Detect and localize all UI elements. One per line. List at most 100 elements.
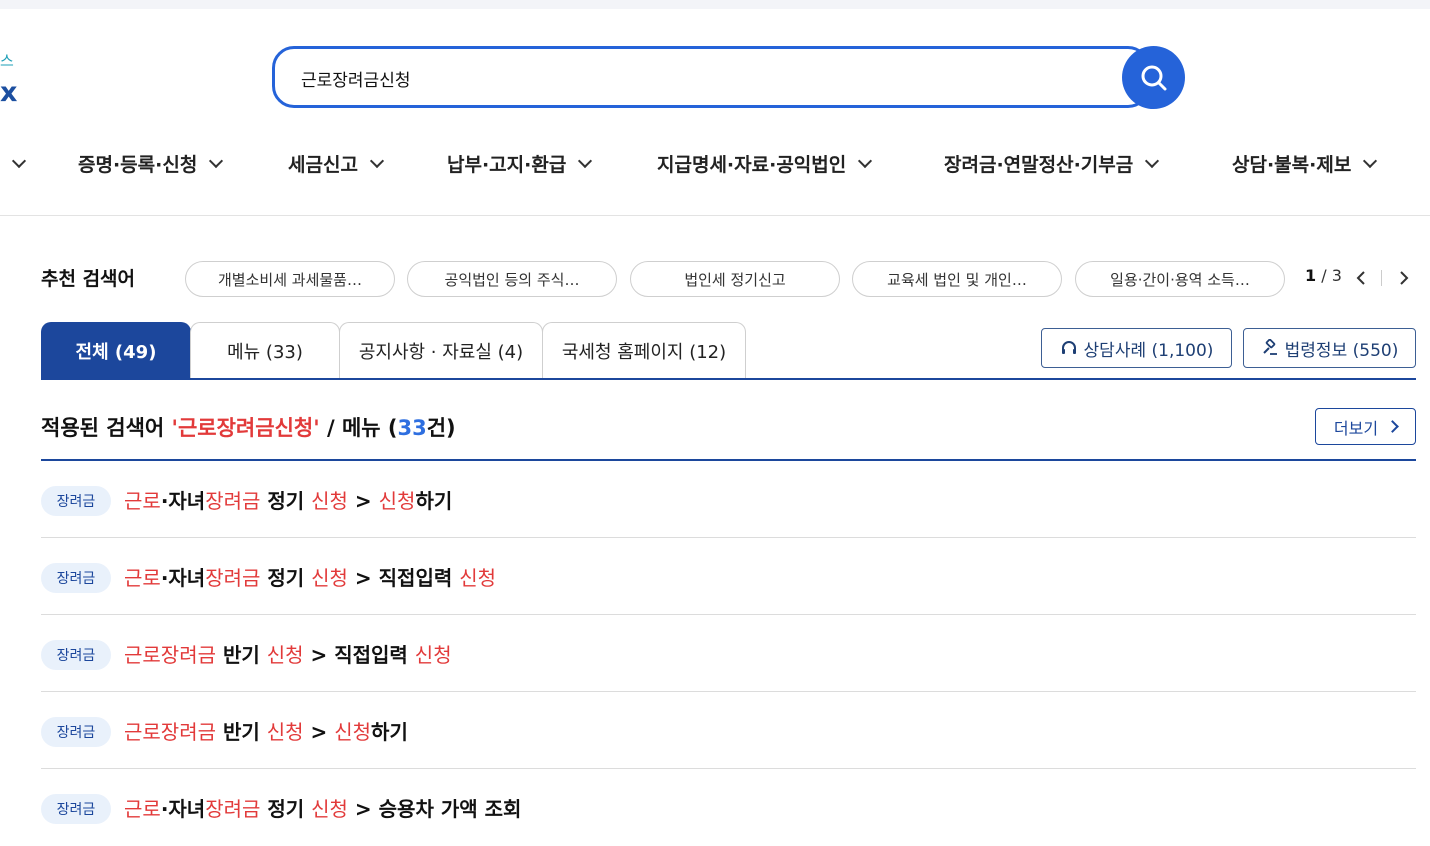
tab-nts-homepage[interactable]: 국세청 홈페이지 (12) [542, 322, 746, 379]
section-title-count: 33 [397, 416, 427, 440]
result-link[interactable]: 근로장려금 반기 신청 > 직접입력 신청 [124, 639, 452, 668]
tab-notices[interactable]: 공지사항 · 자료실 (4) [339, 322, 543, 379]
chevron-down-icon [1363, 153, 1378, 168]
search-box [272, 46, 1150, 108]
recommended-chip[interactable]: 법인세 정기신고 [630, 261, 840, 297]
result-row: 장려금 근로·자녀장려금 정기 신청 > 직접입력 신청 [41, 538, 1416, 615]
search-button[interactable] [1122, 46, 1185, 109]
search-input[interactable] [301, 63, 1121, 93]
highlighted-text: 신청 [311, 797, 348, 821]
result-row: 장려금 근로·자녀장려금 정기 신청 > 승용차 가액 조회 [41, 769, 1416, 846]
highlighted-text: 신청 [311, 566, 348, 590]
nav-item-hidden[interactable] [0, 148, 27, 178]
more-button-label: 더보기 [1333, 418, 1379, 438]
result-text: > [303, 720, 335, 744]
highlighted-text: 장려금 [205, 566, 261, 590]
highlighted-text: 근로 [124, 489, 161, 513]
category-badge: 장려금 [41, 486, 111, 516]
result-text: 정기 [260, 797, 312, 821]
result-text: 정기 [260, 489, 312, 513]
tab-menu[interactable]: 메뉴 (33) [190, 322, 340, 379]
result-text: ·자녀 [160, 566, 206, 590]
highlighted-text: 근로 [124, 566, 161, 590]
section-title-prefix: 적용된 검색어 [41, 416, 172, 440]
result-text: > 승용차 가액 조회 [347, 797, 522, 821]
chevron-down-icon [11, 153, 27, 168]
nav-item-certificates[interactable]: 증명·등록·신청 [78, 148, 224, 178]
chevron-left-icon [1356, 271, 1365, 285]
nav-item-label: 상담·불복·제보 [1232, 153, 1352, 176]
nav-item-tax-filing[interactable]: 세금신고 [288, 148, 384, 178]
highlighted-text: 신청 [266, 643, 304, 667]
chevron-down-icon [858, 153, 873, 168]
highlighted-text: 근로 [124, 797, 161, 821]
law-info-label: 법령정보 (550) [1284, 340, 1399, 361]
tab-all[interactable]: 전체 (49) [41, 322, 191, 379]
result-link[interactable]: 근로·자녀장려금 정기 신청 > 승용차 가액 조회 [124, 793, 521, 822]
category-badge: 장려금 [41, 794, 111, 824]
consult-cases-label: 상담사례 (1,100) [1083, 340, 1214, 361]
result-text: > [347, 489, 379, 513]
recommended-label: 추천 검색어 [41, 268, 136, 290]
section-title-middle: / 메뉴 ( [319, 416, 398, 440]
nav-item-label: 세금신고 [288, 153, 358, 176]
result-link[interactable]: 근로·자녀장려금 정기 신청 > 신청하기 [124, 485, 452, 514]
result-row: 장려금 근로장려금 반기 신청 > 신청하기 [41, 692, 1416, 769]
pager-separator: / [1316, 266, 1332, 285]
chevron-down-icon [209, 153, 224, 168]
highlighted-text: 근로장려금 [124, 643, 216, 667]
highlighted-text: 신청 [334, 720, 372, 744]
top-strip [0, 0, 1430, 9]
section-title-keyword: '근로장려금신청' [171, 416, 320, 440]
law-info-button[interactable]: 법령정보 (550) [1243, 328, 1416, 368]
consult-cases-button[interactable]: 상담사례 (1,100) [1041, 328, 1232, 368]
result-text: 하기 [415, 489, 453, 513]
pager-total: 3 [1331, 266, 1342, 285]
pager-prev-button[interactable] [1350, 266, 1372, 290]
result-link[interactable]: 근로·자녀장려금 정기 신청 > 직접입력 신청 [124, 562, 496, 591]
highlighted-text: 신청 [414, 643, 452, 667]
pager-divider [1381, 270, 1382, 286]
main-nav: 증명·등록·신청 세금신고 납부·고지·환급 지급명세·자료·공익법인 장려금·… [0, 138, 1430, 190]
recommended-chip[interactable]: 일용·간이·용역 소득… [1075, 261, 1285, 297]
result-text: 하기 [371, 720, 408, 744]
logo-fragment[interactable]: x [0, 78, 17, 108]
nav-item-label: 납부·고지·환급 [447, 153, 567, 176]
gavel-icon [1262, 339, 1277, 355]
tabs-underline [41, 378, 1416, 380]
pager-current: 1 [1305, 266, 1317, 285]
more-button[interactable]: 더보기 [1315, 408, 1416, 445]
result-text: > 직접입력 [347, 566, 460, 590]
chevron-down-icon [578, 153, 593, 168]
highlighted-text: 신청 [378, 489, 416, 513]
chevron-right-icon [1386, 420, 1399, 433]
chevron-down-icon [369, 153, 384, 168]
highlighted-text: 장려금 [205, 797, 261, 821]
nav-item-statements[interactable]: 지급명세·자료·공익법인 [657, 148, 873, 178]
recommended-chip[interactable]: 교육세 법인 및 개인… [852, 261, 1062, 297]
pager-next-button[interactable] [1393, 266, 1415, 290]
result-text: 반기 [216, 720, 267, 744]
nav-item-incentives[interactable]: 장려금·연말정산·기부금 [944, 148, 1160, 178]
chevron-down-icon [1145, 153, 1160, 168]
recommended-chip[interactable]: 개별소비세 과세물품… [185, 261, 395, 297]
headset-icon [1061, 341, 1076, 354]
highlighted-text: 신청 [266, 720, 304, 744]
recommended-chip[interactable]: 공익법인 등의 주식… [407, 261, 617, 297]
result-text: > 직접입력 [303, 643, 415, 667]
category-badge: 장려금 [41, 717, 111, 747]
logo-subtitle-fragment: 스 [0, 52, 14, 70]
result-link[interactable]: 근로장려금 반기 신청 > 신청하기 [124, 716, 408, 745]
result-row: 장려금 근로·자녀장려금 정기 신청 > 신청하기 [41, 461, 1416, 538]
chevron-right-icon [1400, 271, 1409, 285]
recommended-pager: 1 / 3 [1305, 266, 1342, 285]
highlighted-text: 장려금 [205, 489, 261, 513]
category-badge: 장려금 [41, 563, 111, 593]
section-title: 적용된 검색어 '근로장려금신청' / 메뉴 (33건) [41, 412, 456, 442]
highlighted-text: 근로장려금 [124, 720, 216, 744]
nav-item-consulting[interactable]: 상담·불복·제보 [1232, 148, 1378, 178]
nav-item-payment[interactable]: 납부·고지·환급 [447, 148, 593, 178]
nav-divider [0, 215, 1430, 216]
section-title-suffix: 건) [426, 416, 456, 440]
highlighted-text: 신청 [459, 566, 497, 590]
